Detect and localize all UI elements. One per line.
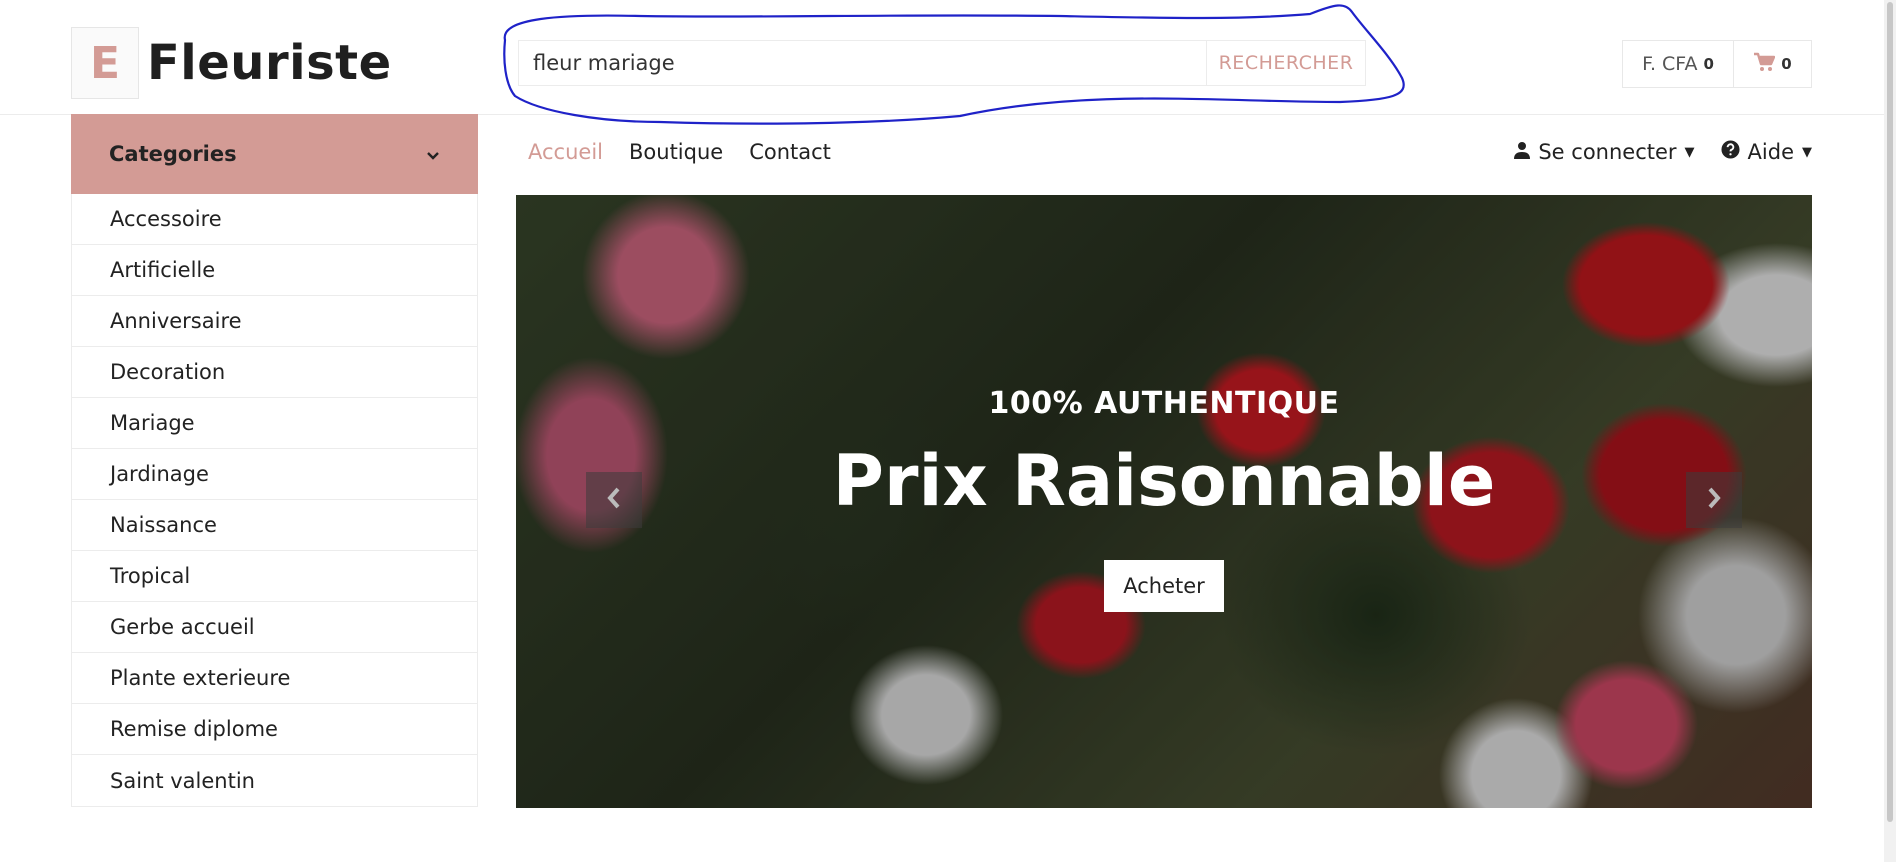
logo[interactable]: E Fleuriste	[71, 27, 392, 99]
chevron-down-icon	[426, 142, 440, 166]
help-dropdown[interactable]: Aide ▼	[1721, 140, 1812, 164]
nav-link-boutique[interactable]: Boutique	[629, 140, 723, 164]
question-circle-icon	[1721, 140, 1740, 164]
login-dropdown[interactable]: Se connecter ▼	[1514, 140, 1695, 164]
carousel-prev-button[interactable]	[586, 472, 642, 528]
user-nav: Se connecter ▼ Aide ▼	[1514, 140, 1812, 164]
user-icon	[1514, 140, 1531, 164]
category-item[interactable]: Jardinage	[72, 449, 477, 500]
search-button[interactable]: RECHERCHER	[1206, 41, 1365, 85]
scrollbar-thumb[interactable]	[1887, 2, 1893, 822]
category-item[interactable]: Accessoire	[72, 194, 477, 245]
cart-button[interactable]: 0	[1734, 40, 1812, 88]
category-item[interactable]: Decoration	[72, 347, 477, 398]
logo-letter: E	[71, 27, 139, 99]
category-item[interactable]: Plante exterieure	[72, 653, 477, 704]
nav-link-accueil[interactable]: Accueil	[528, 140, 603, 164]
cart-count: 0	[1781, 55, 1792, 73]
category-item[interactable]: Remise diplome	[72, 704, 477, 755]
category-item[interactable]: Tropical	[72, 551, 477, 602]
carousel-next-button[interactable]	[1686, 472, 1742, 528]
categories-title: Categories	[109, 142, 237, 166]
login-label: Se connecter	[1538, 140, 1677, 164]
hero-title: Prix Raisonnable	[832, 440, 1496, 522]
currency-count: 0	[1703, 55, 1714, 73]
category-item[interactable]: Artificielle	[72, 245, 477, 296]
scrollbar[interactable]	[1884, 0, 1896, 862]
category-item[interactable]: Saint valentin	[72, 755, 477, 806]
hero-carousel: 100% AUTHENTIQUE Prix Raisonnable Achete…	[516, 195, 1812, 808]
top-header: E Fleuriste RECHERCHER F. CFA 0 0	[0, 0, 1896, 115]
cart-icon	[1753, 52, 1776, 77]
hero-subtitle: 100% AUTHENTIQUE	[988, 386, 1340, 421]
chevron-right-icon	[1706, 486, 1722, 514]
caret-down-icon: ▼	[1684, 144, 1695, 160]
category-item[interactable]: Naissance	[72, 500, 477, 551]
search-input[interactable]	[519, 41, 1206, 85]
categories-toggle[interactable]: Categories	[71, 114, 478, 194]
categories-list: Accessoire Artificielle Anniversaire Dec…	[71, 194, 478, 807]
hero-buy-button[interactable]: Acheter	[1104, 560, 1224, 612]
currency-button[interactable]: F. CFA 0	[1622, 40, 1734, 88]
category-item[interactable]: Gerbe accueil	[72, 602, 477, 653]
nav-link-contact[interactable]: Contact	[749, 140, 831, 164]
main-nav: Accueil Boutique Contact	[528, 140, 831, 164]
search-bar: RECHERCHER	[518, 40, 1366, 86]
chevron-left-icon	[606, 486, 622, 514]
logo-name: Fleuriste	[147, 35, 392, 91]
category-item[interactable]: Anniversaire	[72, 296, 477, 347]
caret-down-icon: ▼	[1802, 144, 1812, 160]
help-label: Aide	[1747, 140, 1794, 164]
category-item[interactable]: Mariage	[72, 398, 477, 449]
currency-label: F. CFA	[1642, 53, 1698, 75]
